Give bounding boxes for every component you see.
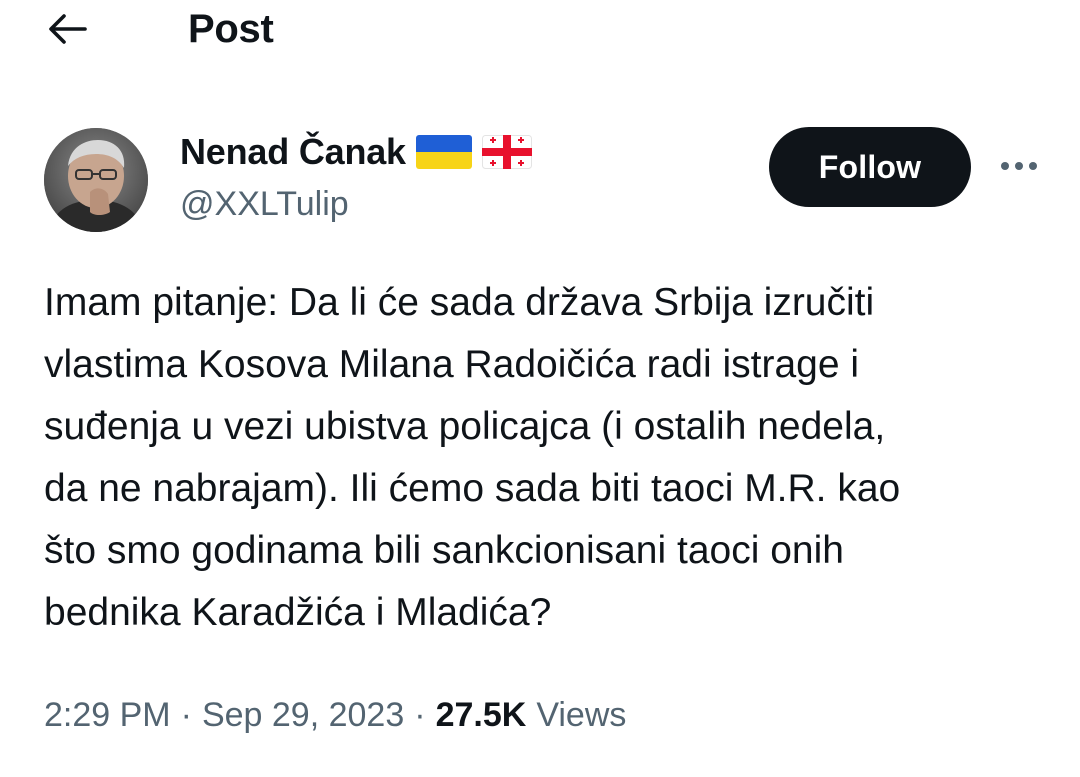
more-horizontal-icon <box>1001 162 1037 170</box>
tweet-text: Imam pitanje: Da li će sada država Srbij… <box>44 272 1054 644</box>
author-handle[interactable]: @XXLTulip <box>180 182 349 226</box>
avatar-photo <box>44 128 148 232</box>
meta-separator: · <box>414 695 426 734</box>
views-count: 27.5K <box>435 695 527 734</box>
meta-separator: · <box>180 695 192 734</box>
follow-button[interactable]: Follow <box>769 127 971 207</box>
georgia-flag-icon <box>481 135 532 169</box>
back-button[interactable] <box>36 4 100 54</box>
tweet-line: što smo godinama bili sankcionisani taoc… <box>44 529 844 572</box>
tweet-time[interactable]: 2:29 PM <box>44 696 171 735</box>
tweet-date[interactable]: Sep 29, 2023 <box>202 696 404 735</box>
avatar[interactable] <box>44 128 148 232</box>
arrow-left-icon <box>49 14 87 44</box>
top-bar: Post <box>0 0 1080 70</box>
views-label: Views <box>536 695 627 734</box>
tweet-line: suđenja u vezi ubistva policajca (i osta… <box>44 405 886 448</box>
tweet-line: da ne nabrajam). Ili ćemo sada biti taoc… <box>44 467 901 510</box>
tweet-line: Imam pitanje: Da li će sada država Srbij… <box>44 281 875 324</box>
ukraine-flag-icon <box>415 135 472 169</box>
page-title: Post <box>188 7 274 51</box>
tweet-metadata: 2:29 PM · Sep 29, 2023 · 27.5K Views <box>44 690 626 740</box>
more-options-button[interactable] <box>994 146 1044 186</box>
author-name[interactable]: Nenad Čanak <box>180 128 532 176</box>
tweet-line: vlastima Kosova Milana Radoičića radi is… <box>44 343 860 386</box>
tweet-line: bednika Karadžića i Mladića? <box>44 591 552 634</box>
author-name-text: Nenad Čanak <box>180 131 406 172</box>
